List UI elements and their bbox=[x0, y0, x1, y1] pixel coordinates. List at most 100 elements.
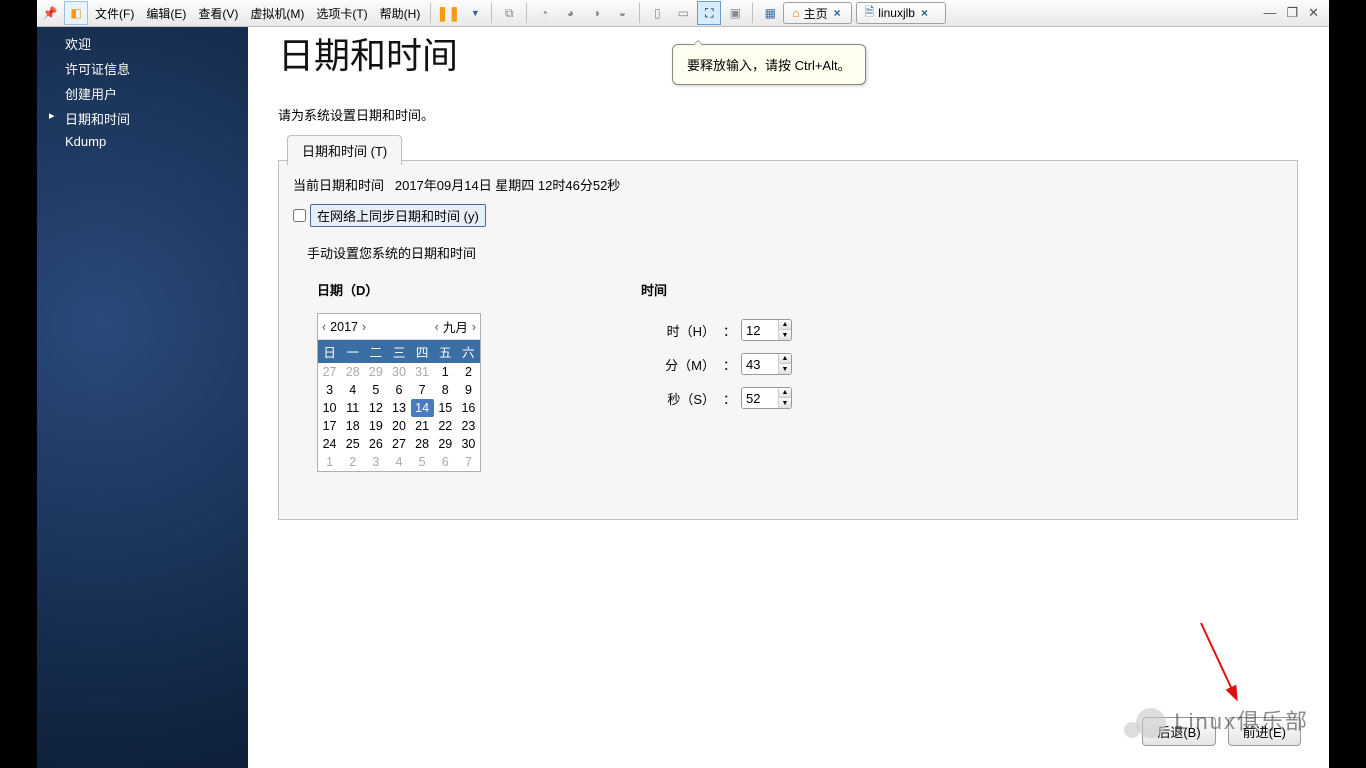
calendar-day[interactable]: 1 bbox=[318, 453, 341, 471]
calendar-month[interactable]: 九月 bbox=[443, 317, 468, 336]
minute-spinner[interactable]: ▲▼ bbox=[741, 353, 792, 375]
calendar-day[interactable]: 20 bbox=[387, 417, 410, 435]
pin-icon[interactable]: 📌 bbox=[38, 1, 62, 25]
forward-button[interactable]: 前进(E) bbox=[1228, 717, 1301, 746]
menu-1[interactable]: 编辑(E) bbox=[140, 1, 192, 25]
unity-icon[interactable]: ▣ bbox=[723, 1, 747, 25]
calendar-dow: 三 bbox=[387, 340, 410, 363]
calendar-day[interactable]: 29 bbox=[364, 363, 387, 381]
tab-home[interactable]: ⌂ 主页 × bbox=[783, 2, 851, 24]
sidebar-item-4[interactable]: Kdump bbox=[37, 131, 248, 152]
calendar-day[interactable]: 7 bbox=[457, 453, 480, 471]
month-prev-icon[interactable]: ‹ bbox=[435, 320, 439, 334]
calendar-day[interactable]: 13 bbox=[387, 399, 410, 417]
clock4-icon[interactable]: ◒ bbox=[610, 1, 634, 25]
calendar[interactable]: ‹ 2017 › ‹ 九月 › 日一二三四五六 bbox=[317, 313, 481, 472]
calendar-day[interactable]: 21 bbox=[411, 417, 434, 435]
view2-icon[interactable]: ▭ bbox=[671, 1, 695, 25]
pause-dropdown[interactable]: ▼ bbox=[462, 1, 486, 25]
hour-down-icon[interactable]: ▼ bbox=[779, 330, 791, 340]
second-spinner[interactable]: ▲▼ bbox=[741, 387, 792, 409]
year-prev-icon[interactable]: ‹ bbox=[322, 320, 326, 334]
calendar-day[interactable]: 30 bbox=[457, 435, 480, 453]
hour-spinner[interactable]: ▲▼ bbox=[741, 319, 792, 341]
window-controls: — ❐ ✕ bbox=[1263, 5, 1329, 21]
calendar-day[interactable]: 4 bbox=[387, 453, 410, 471]
calendar-day[interactable]: 30 bbox=[387, 363, 410, 381]
calendar-day[interactable]: 12 bbox=[364, 399, 387, 417]
month-next-icon[interactable]: › bbox=[472, 320, 476, 334]
hour-up-icon[interactable]: ▲ bbox=[779, 320, 791, 330]
second-down-icon[interactable]: ▼ bbox=[779, 398, 791, 408]
calendar-day[interactable]: 11 bbox=[341, 399, 364, 417]
minute-input[interactable] bbox=[742, 354, 778, 374]
calendar-day[interactable]: 10 bbox=[318, 399, 341, 417]
second-input[interactable] bbox=[742, 388, 778, 408]
calendar-day[interactable]: 8 bbox=[434, 381, 457, 399]
close-icon[interactable]: ✕ bbox=[1308, 5, 1319, 21]
vmware-icon[interactable]: ◧ bbox=[64, 1, 88, 25]
calendar-day[interactable]: 1 bbox=[434, 363, 457, 381]
sidebar-item-1[interactable]: 许可证信息 bbox=[37, 56, 248, 81]
sync-label[interactable]: 在网络上同步日期和时间 (y) bbox=[310, 204, 486, 227]
tab-home-close[interactable]: × bbox=[832, 6, 843, 20]
calendar-day[interactable]: 25 bbox=[341, 435, 364, 453]
calendar-year[interactable]: 2017 bbox=[330, 320, 358, 334]
menu-3[interactable]: 虚拟机(M) bbox=[244, 1, 310, 25]
menu-2[interactable]: 查看(V) bbox=[192, 1, 244, 25]
clock3-icon[interactable]: ◑ bbox=[584, 1, 608, 25]
back-button[interactable]: 后退(B) bbox=[1142, 717, 1215, 746]
calendar-day[interactable]: 3 bbox=[318, 381, 341, 399]
calendar-day[interactable]: 28 bbox=[411, 435, 434, 453]
calendar-day[interactable]: 6 bbox=[434, 453, 457, 471]
calendar-day[interactable]: 2 bbox=[341, 453, 364, 471]
calendar-day[interactable]: 27 bbox=[318, 363, 341, 381]
calendar-day[interactable]: 3 bbox=[364, 453, 387, 471]
second-up-icon[interactable]: ▲ bbox=[779, 388, 791, 398]
year-next-icon[interactable]: › bbox=[362, 320, 366, 334]
calendar-day[interactable]: 22 bbox=[434, 417, 457, 435]
pause-icon[interactable]: ❚❚ bbox=[436, 1, 460, 25]
calendar-day[interactable]: 18 bbox=[341, 417, 364, 435]
menu-4[interactable]: 选项卡(T) bbox=[310, 1, 373, 25]
tab-vm[interactable]: 🗎 linuxjlb × bbox=[856, 2, 946, 24]
library-icon[interactable]: ▦ bbox=[758, 1, 782, 25]
calendar-day[interactable]: 24 bbox=[318, 435, 341, 453]
calendar-day[interactable]: 29 bbox=[434, 435, 457, 453]
minute-up-icon[interactable]: ▲ bbox=[779, 354, 791, 364]
calendar-day[interactable]: 6 bbox=[387, 381, 410, 399]
sidebar-item-2[interactable]: 创建用户 bbox=[37, 81, 248, 106]
calendar-day[interactable]: 31 bbox=[411, 363, 434, 381]
tab-vm-close[interactable]: × bbox=[919, 6, 930, 20]
calendar-day[interactable]: 5 bbox=[411, 453, 434, 471]
minute-down-icon[interactable]: ▼ bbox=[779, 364, 791, 374]
sidebar-item-3[interactable]: 日期和时间 bbox=[37, 106, 248, 131]
clock2-icon[interactable]: ◕ bbox=[558, 1, 582, 25]
calendar-day[interactable]: 14 bbox=[411, 399, 434, 417]
hour-input[interactable] bbox=[742, 320, 778, 340]
clock1-icon[interactable]: ◔ bbox=[532, 1, 556, 25]
calendar-day[interactable]: 19 bbox=[364, 417, 387, 435]
calendar-day[interactable]: 7 bbox=[411, 381, 434, 399]
maximize-icon[interactable]: ❐ bbox=[1286, 5, 1298, 21]
calendar-day[interactable]: 16 bbox=[457, 399, 480, 417]
menu-5[interactable]: 帮助(H) bbox=[374, 1, 427, 25]
calendar-day[interactable]: 5 bbox=[364, 381, 387, 399]
datetime-tab[interactable]: 日期和时间 (T) bbox=[287, 135, 402, 165]
fullscreen-icon[interactable]: ⛶ bbox=[697, 1, 721, 25]
calendar-day[interactable]: 2 bbox=[457, 363, 480, 381]
calendar-day[interactable]: 26 bbox=[364, 435, 387, 453]
calendar-day[interactable]: 28 bbox=[341, 363, 364, 381]
calendar-day[interactable]: 9 bbox=[457, 381, 480, 399]
calendar-day[interactable]: 4 bbox=[341, 381, 364, 399]
calendar-day[interactable]: 15 bbox=[434, 399, 457, 417]
calendar-day[interactable]: 27 bbox=[387, 435, 410, 453]
snapshot-icon[interactable]: ⧉ bbox=[497, 1, 521, 25]
menu-0[interactable]: 文件(F) bbox=[89, 1, 140, 25]
calendar-day[interactable]: 23 bbox=[457, 417, 480, 435]
sync-checkbox[interactable] bbox=[293, 209, 306, 222]
minimize-icon[interactable]: — bbox=[1263, 5, 1276, 21]
view1-icon[interactable]: ▯ bbox=[645, 1, 669, 25]
sidebar-item-0[interactable]: 欢迎 bbox=[37, 31, 248, 56]
calendar-day[interactable]: 17 bbox=[318, 417, 341, 435]
